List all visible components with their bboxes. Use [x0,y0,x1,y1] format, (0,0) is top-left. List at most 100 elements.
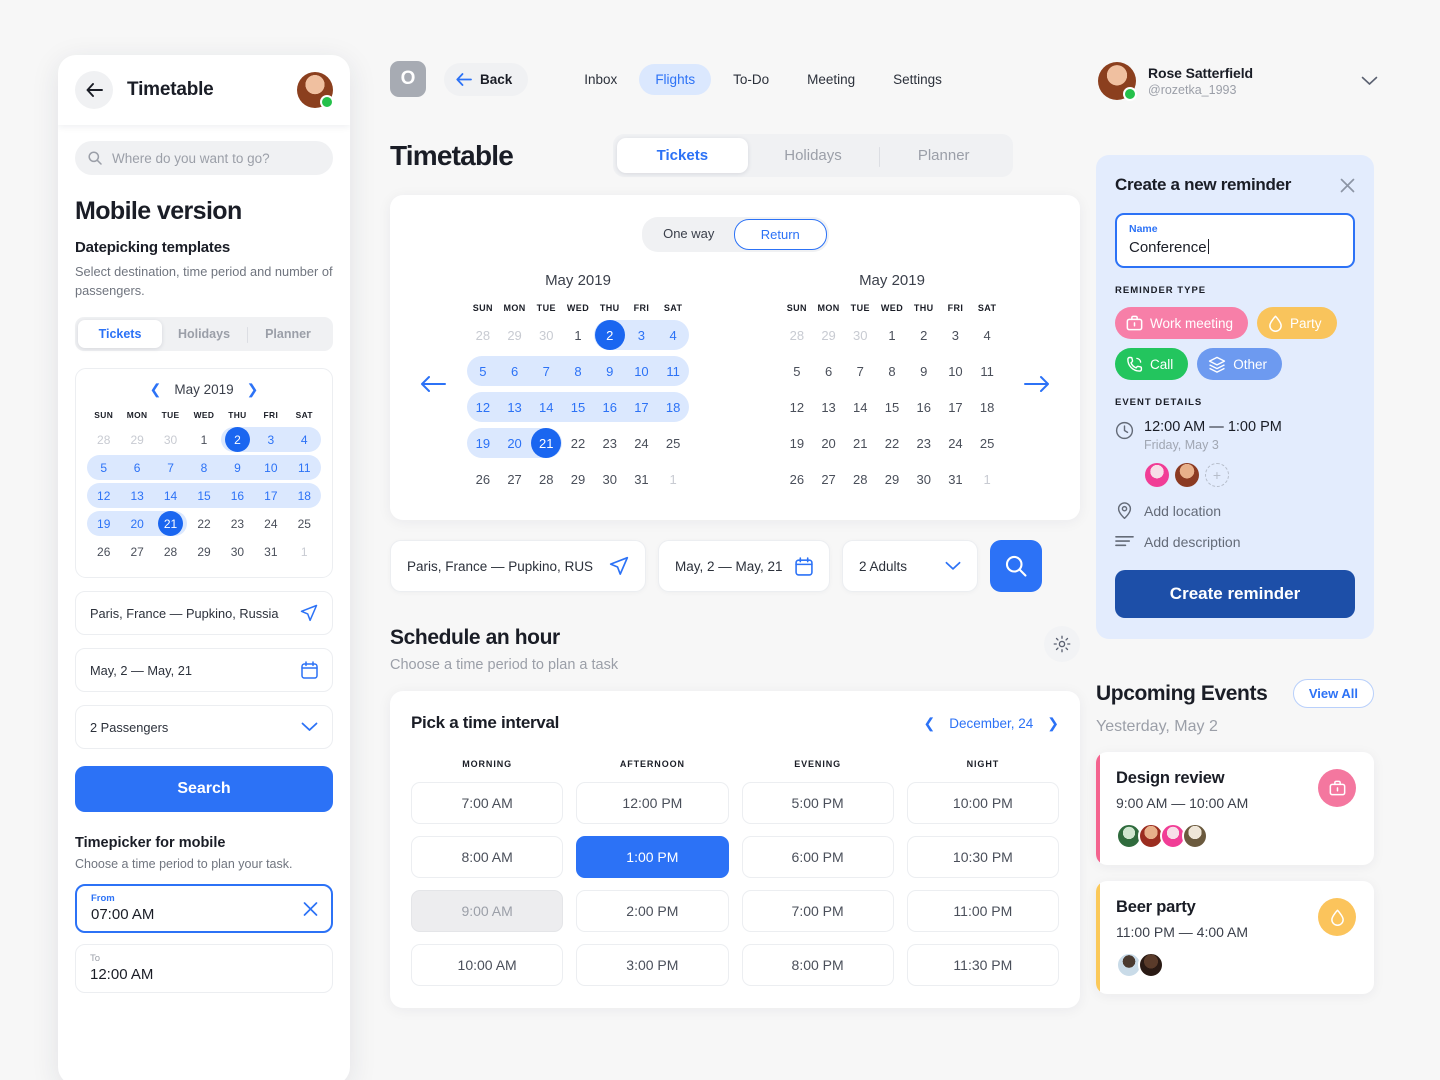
calendar-day[interactable]: 7 [844,356,876,386]
calendar-day[interactable]: 24 [626,428,658,458]
calendar-day[interactable]: 13 [120,483,153,508]
add-location-row[interactable]: Add location [1115,501,1355,520]
calendar-day[interactable]: 26 [467,464,499,494]
calendar-day[interactable]: 1 [876,320,908,350]
view-all-button[interactable]: View All [1292,679,1374,709]
time-slot[interactable]: 1:00 PM [576,836,729,878]
calendar-day[interactable]: 19 [87,511,120,536]
calendar-day[interactable]: 31 [940,464,972,494]
nav-item-inbox[interactable]: Inbox [568,64,633,95]
clear-icon[interactable] [303,901,318,916]
chevron-down-icon[interactable] [1361,76,1378,86]
calendar-day[interactable]: 22 [876,428,908,458]
close-icon[interactable] [1340,178,1355,193]
calendar-next-icon[interactable]: ❯ [247,381,259,398]
calendar-day[interactable]: 14 [844,392,876,422]
calendar-day[interactable]: 3 [626,320,658,350]
calendar-day[interactable]: 4 [288,427,321,452]
attendee-avatar[interactable] [1145,463,1169,488]
calendar-day[interactable]: 13 [813,392,845,422]
passengers-field[interactable]: 2 Adults [842,540,978,592]
calendar-day[interactable]: 21 [154,511,187,537]
calendar-day[interactable]: 9 [221,455,254,480]
upcoming-event-card[interactable]: Beer party 11:00 PM — 4:00 AM [1096,881,1374,995]
calendar-day[interactable]: 16 [594,392,626,422]
calendar-day[interactable]: 2 [594,320,626,350]
calendar-day[interactable]: 18 [971,392,1003,422]
time-slot[interactable]: 2:00 PM [576,890,729,932]
time-slot[interactable]: 12:00 PM [576,782,729,824]
reminder-type-chip[interactable]: Party [1257,307,1337,340]
time-slot[interactable]: 8:00 AM [411,836,564,878]
trip-type-one-way[interactable]: One way [644,219,735,250]
calendar-day[interactable]: 1 [657,464,689,494]
calendar-day[interactable]: 29 [499,320,531,350]
nav-item-settings[interactable]: Settings [877,64,958,95]
calendar-day[interactable]: 25 [288,511,321,536]
calendar-day[interactable]: 2 [221,427,254,453]
user-profile[interactable]: Rose Satterfield @rozetka_1993 [1098,62,1378,101]
mobile-tab-tickets[interactable]: Tickets [78,320,162,349]
time-slot[interactable]: 10:00 AM [411,944,564,986]
calendar-day[interactable]: 11 [971,356,1003,386]
calendar-day[interactable]: 29 [876,464,908,494]
calendar-prev-icon[interactable]: ❮ [150,381,162,398]
calendar-day[interactable]: 28 [87,427,120,452]
calendar-day[interactable]: 24 [940,428,972,458]
calendar-day[interactable]: 29 [187,539,220,564]
calendar-day[interactable]: 12 [781,392,813,422]
reminder-name-input[interactable]: Name Conference [1115,213,1355,269]
calendar-day[interactable]: 25 [971,428,1003,458]
calendar-day[interactable]: 29 [120,427,153,452]
time-slot[interactable]: 8:00 PM [741,944,894,986]
calendar-day[interactable]: 30 [844,320,876,350]
calendar-day[interactable]: 15 [187,483,220,508]
time-slot[interactable]: 10:30 PM [906,836,1059,878]
mobile-search-button[interactable]: Search [75,766,333,813]
calendar-day[interactable]: 6 [499,356,531,386]
calendar-day[interactable]: 12 [467,392,499,422]
reminder-type-chip[interactable]: Other [1197,348,1283,381]
calendar-day[interactable]: 17 [626,392,658,422]
calendar-day[interactable]: 9 [908,356,940,386]
time-slot[interactable]: 9:00 AM [411,890,564,932]
calendar-day[interactable]: 10 [940,356,972,386]
calendar-day[interactable]: 28 [154,539,187,564]
calendar-day[interactable]: 27 [120,539,153,564]
calendar-day[interactable]: 29 [562,464,594,494]
calendar-day[interactable]: 28 [781,320,813,350]
calendar-day[interactable]: 5 [467,356,499,386]
calendar-day[interactable]: 23 [908,428,940,458]
calendar-day[interactable]: 20 [813,428,845,458]
calendar-day[interactable]: 30 [154,427,187,452]
mobile-route-field[interactable]: Paris, France — Pupkino, Russia [75,591,333,636]
calendar-day[interactable]: 1 [187,427,220,452]
calendar-day[interactable]: 13 [499,392,531,422]
calendar-day[interactable]: 9 [594,356,626,386]
calendar-day[interactable]: 6 [120,455,153,480]
calendar-day[interactable]: 6 [813,356,845,386]
calendar-day[interactable]: 12 [87,483,120,508]
calendar-day[interactable]: 27 [813,464,845,494]
mobile-avatar[interactable] [297,72,334,109]
calendar-day[interactable]: 30 [530,320,562,350]
calendar-next-arrow-icon[interactable] [1024,375,1050,393]
time-slot[interactable]: 3:00 PM [576,944,729,986]
calendar-day[interactable]: 5 [781,356,813,386]
tab-holidays[interactable]: Holidays [748,138,879,173]
calendar-day[interactable]: 30 [221,539,254,564]
reminder-type-chip[interactable]: Call [1115,348,1189,381]
time-slot[interactable]: 10:00 PM [906,782,1059,824]
mobile-search-input[interactable]: Where do you want to go? [75,141,333,175]
calendar-day[interactable]: 22 [187,511,220,536]
calendar-day[interactable]: 7 [530,356,562,386]
calendar-day[interactable]: 15 [562,392,594,422]
calendar-day[interactable]: 27 [499,464,531,494]
calendar-day[interactable]: 18 [288,483,321,508]
time-slot[interactable]: 11:30 PM [906,944,1059,986]
calendar-day[interactable]: 14 [154,483,187,508]
calendar-day[interactable]: 20 [120,511,153,536]
nav-item-flights[interactable]: Flights [639,63,712,95]
mobile-time-to-field[interactable]: To 12:00 AM [75,944,333,994]
calendar-day[interactable]: 30 [594,464,626,494]
